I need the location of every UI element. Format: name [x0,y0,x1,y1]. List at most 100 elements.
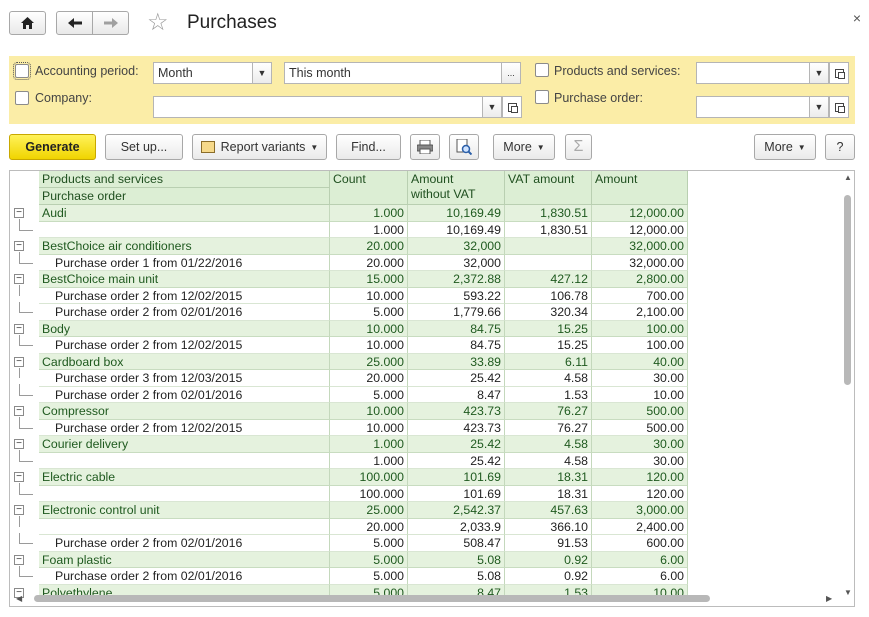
company-dropdown[interactable]: ▼ [482,96,502,118]
cell-tot: 30.00 [592,452,688,469]
horizontal-scrollbar[interactable]: ◀ ▶ [16,594,832,603]
print-preview-icon [456,139,472,155]
cell-name [39,221,330,238]
purchase-order-checkbox[interactable] [535,90,549,104]
report-variants-icon [200,141,215,153]
cell-tot: 2,800.00 [592,271,688,288]
collapse-icon[interactable]: − [14,323,24,334]
group-row[interactable]: Compressor 10.000 423.73 76.27 500.00 [10,403,688,420]
vertical-scroll-thumb[interactable] [844,195,851,385]
purchase-order-open-button[interactable] [829,96,849,118]
chevron-down-icon: ▼ [310,142,319,152]
period-value-field[interactable]: This month [284,62,502,84]
detail-row[interactable]: Purchase order 2 from 02/01/2016 5.000 5.0… [10,568,688,585]
collapse-icon[interactable]: − [14,274,24,284]
home-icon [21,17,34,29]
group-row[interactable]: BestChoice main unit 15.000 2,372.88 427.12… [10,271,688,288]
vertical-scrollbar[interactable]: ▲ ▼ [843,173,852,597]
group-row[interactable]: Electric cable 100.000 101.69 18.31 120.00 [10,469,688,486]
close-icon[interactable]: × [853,10,861,26]
tree-branch [19,262,33,264]
help-button[interactable]: ? [825,134,855,160]
collapse-icon[interactable]: − [14,505,24,515]
header-count: Count [330,171,408,205]
products-open-button[interactable] [829,62,849,84]
cell-count: 1.000 [330,452,408,469]
cell-tot: 32,000.00 [592,254,688,271]
group-row[interactable]: Electronic control unit 25.000 2,542.37 457… [10,502,688,519]
setup-button[interactable]: Set up... [105,134,183,160]
filter-panel: Accounting period: Month ▼ This month ..… [9,56,855,124]
cell-count: 5.000 [330,304,408,321]
more-button[interactable]: More ▼ [493,134,555,160]
horizontal-scroll-thumb[interactable] [34,595,710,602]
tree-branch [19,229,33,231]
cell-name: BestChoice air conditioners [39,238,330,255]
collapse-icon[interactable]: − [14,439,24,449]
group-row[interactable]: Foam plastic 5.000 5.08 0.92 6.00 [10,551,688,568]
collapse-icon[interactable]: − [14,241,24,251]
scroll-up-icon[interactable]: ▲ [844,173,852,182]
group-row[interactable]: Courier delivery 1.000 25.42 4.58 30.00 [10,436,688,453]
detail-row[interactable]: 1.000 25.42 4.58 30.00 [10,452,688,469]
favorite-star-icon[interactable]: ☆ [147,10,169,36]
home-button[interactable] [9,11,46,35]
collapse-icon[interactable]: − [14,472,24,482]
window-header: ☆ Purchases × [0,0,869,48]
collapse-icon[interactable]: − [14,208,24,218]
print-button[interactable] [410,134,440,160]
forward-button[interactable] [92,11,129,35]
cell-tot: 12,000.00 [592,221,688,238]
detail-row[interactable]: Purchase order 2 from 12/02/2015 10.000 84… [10,337,688,354]
detail-row[interactable]: 1.000 10,169.49 1,830.51 12,000.00 [10,221,688,238]
collapse-icon[interactable]: − [14,406,24,416]
detail-row[interactable]: Purchase order 2 from 02/01/2016 5.000 508… [10,535,688,552]
cell-name: Cardboard box [39,353,330,370]
group-row[interactable]: Cardboard box 25.000 33.89 6.11 40.00 [10,353,688,370]
scroll-left-icon[interactable]: ◀ [16,594,22,603]
collapse-icon[interactable]: − [14,554,24,565]
detail-row[interactable]: 100.000 101.69 18.31 120.00 [10,485,688,502]
group-row[interactable]: BestChoice air conditioners 20.000 32,000 3… [10,238,688,255]
sum-button[interactable]: Σ [565,134,592,160]
cell-count: 5.000 [330,551,408,568]
detail-row[interactable]: Purchase order 2 from 12/02/2015 10.000 42… [10,419,688,436]
accounting-period-checkbox[interactable] [13,62,31,80]
back-button[interactable] [56,11,93,35]
purchase-order-dropdown[interactable]: ▼ [809,96,829,118]
scroll-right-icon[interactable]: ▶ [826,594,832,603]
period-type-field[interactable]: Month [153,62,253,84]
detail-row[interactable]: 20.000 2,033.9 366.10 2,400.00 [10,518,688,535]
chevron-down-icon: ▼ [814,102,824,112]
report-spreadsheet[interactable]: Products and services Purchase order Cou… [9,170,855,607]
company-field[interactable] [153,96,484,118]
detail-row[interactable]: Purchase order 2 from 02/01/2016 5.000 1,7… [10,304,688,321]
products-checkbox[interactable] [535,63,549,77]
period-select-button[interactable]: ... [501,62,521,84]
detail-row[interactable]: Purchase order 1 from 01/22/2016 20.000 32… [10,254,688,271]
more-button-right[interactable]: More ▼ [754,134,816,160]
preview-button[interactable] [449,134,479,160]
products-field[interactable] [696,62,810,84]
generate-button[interactable]: Generate [9,134,96,160]
cell-amt: 5.08 [408,568,505,585]
company-open-button[interactable] [502,96,522,118]
chevron-down-icon: ▼ [797,142,806,152]
cell-amt: 2,033.9 [408,518,505,535]
scroll-down-icon[interactable]: ▼ [844,588,852,597]
company-checkbox[interactable] [15,91,29,105]
find-button[interactable]: Find... [336,134,401,160]
collapse-icon[interactable]: − [14,356,24,367]
detail-row[interactable]: Purchase order 2 from 02/01/2016 5.000 8.4… [10,386,688,403]
group-row[interactable]: Audi 1.000 10,169.49 1,830.51 12,000.00 [10,205,688,222]
tree-line [19,483,20,494]
period-type-dropdown[interactable]: ▼ [252,62,272,84]
purchase-order-field[interactable] [696,96,810,118]
products-dropdown[interactable]: ▼ [809,62,829,84]
cell-count: 100.000 [330,469,408,486]
cell-vat: 0.92 [505,568,592,585]
detail-row[interactable]: Purchase order 2 from 12/02/2015 10.000 59… [10,287,688,304]
group-row[interactable]: Body 10.000 84.75 15.25 100.00 [10,320,688,337]
report-variants-button[interactable]: Report variants ▼ [192,134,327,160]
detail-row[interactable]: Purchase order 3 from 12/03/2015 20.000 25… [10,370,688,387]
